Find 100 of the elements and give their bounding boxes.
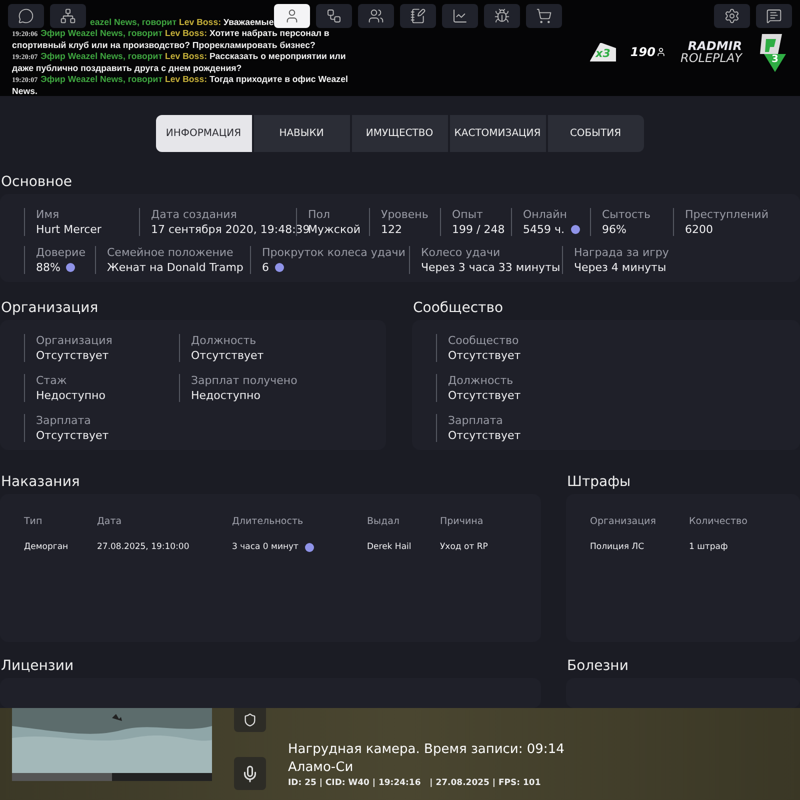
field-value: 199 / 248 <box>452 223 505 236</box>
field-label: Организация <box>36 334 114 347</box>
network-button[interactable] <box>316 4 352 28</box>
field-label: Зарплата <box>36 414 92 427</box>
chat-button[interactable] <box>8 4 44 28</box>
section-title: Болезни <box>566 657 630 676</box>
field-value: 17 сентября 2020, 19:48:39 <box>151 223 310 236</box>
user-icon <box>656 47 666 57</box>
column-header: Тип <box>24 516 44 526</box>
table-cell: Деморган <box>24 542 68 552</box>
column-header: Дата <box>97 516 123 526</box>
column-header: Длительность <box>232 516 304 526</box>
cart-icon <box>536 8 552 24</box>
location-name: Аламо-Си <box>288 760 354 775</box>
field-value: Отсутствует <box>191 349 264 362</box>
field-value: Недоступно <box>36 389 106 402</box>
section-title: Сообщество <box>412 299 504 318</box>
field-value: 88% <box>36 261 60 274</box>
camera-status: Нагрудная камера. Время записи: 09:14 <box>288 742 564 757</box>
brand-subtitle: ROLEPLAY <box>680 52 742 64</box>
shield-button[interactable] <box>234 708 266 732</box>
chart-button[interactable] <box>442 4 478 28</box>
table-cell: 1 штраф <box>689 542 728 552</box>
server-number: 3 <box>764 54 786 72</box>
field-label: Пол <box>308 208 332 221</box>
chat-icon <box>18 8 34 24</box>
field-label: Стаж <box>36 374 68 387</box>
field-value: 122 <box>381 223 402 236</box>
cart-button[interactable] <box>526 4 562 28</box>
chat-message: eazel News, говорит Lev Boss: Уважаемые <box>89 17 275 28</box>
section-title: Организация <box>0 299 100 318</box>
section-title: Лицензии <box>0 657 75 676</box>
microphone-icon <box>241 764 259 782</box>
field-label: Колесо удачи <box>421 246 502 259</box>
settings-button[interactable] <box>714 4 750 28</box>
field-value: Отсутствует <box>36 429 109 442</box>
section-title: Основное <box>0 172 74 191</box>
field-label: Сообщество <box>448 334 520 347</box>
chart-icon <box>452 8 468 24</box>
hierarchy-button[interactable] <box>50 4 86 28</box>
field-label: Уровень <box>381 208 430 221</box>
section-tab[interactable]: СОБЫТИЯ <box>548 115 644 152</box>
table-cell: Derek Hail <box>367 542 412 552</box>
group-icon <box>368 8 384 24</box>
field-label: Зарплат получено <box>191 374 298 387</box>
field-value: 6200 <box>685 223 713 236</box>
online-count: 190 <box>630 45 666 59</box>
field-label: Онлайн <box>523 208 568 221</box>
profile-button[interactable] <box>274 4 310 28</box>
field-label: Преступлений <box>685 208 770 221</box>
field-label: Семейное положение <box>107 246 234 259</box>
field-label: Награда за игру <box>574 246 670 259</box>
field-value: Мужской <box>308 223 360 236</box>
field-label: Сытость <box>602 208 652 221</box>
notes-button[interactable] <box>400 4 436 28</box>
settings-icon <box>724 8 740 24</box>
field-label: Опыт <box>452 208 484 221</box>
column-header: Количество <box>689 516 748 526</box>
section-tab[interactable]: ИНФОРМАЦИЯ <box>156 115 252 152</box>
section-tab[interactable]: ИМУЩЕСТВО <box>352 115 448 152</box>
shield-icon <box>243 713 257 727</box>
field-label: Должность <box>191 334 258 347</box>
field-label: Доверие <box>36 246 86 259</box>
field-value: Женат на Donald Tramp <box>107 261 244 274</box>
field-value: Отсутствует <box>448 349 521 362</box>
microphone-button[interactable] <box>234 757 266 790</box>
field-value: Через 4 минуты <box>574 261 666 274</box>
status-line: ID: 25 | CID: W40 | 19:24:16 | 27.08.2025 | FPS: 101 <box>288 778 542 788</box>
field-label: Дата создания <box>151 208 238 221</box>
group-button[interactable] <box>358 4 394 28</box>
section-tab[interactable]: КАСТОМИЗАЦИЯ <box>450 115 546 152</box>
table-cell: 3 часа 0 минут <box>232 542 299 552</box>
column-header: Причина <box>440 516 484 526</box>
field-label: Зарплата <box>448 414 504 427</box>
column-header: Организация <box>590 516 657 526</box>
section-title: Наказания <box>0 473 81 492</box>
table-cell: Полиция ЛС <box>590 542 644 552</box>
field-label: Имя <box>36 208 60 221</box>
brand-name: RADMIR <box>688 40 742 52</box>
table-cell: 27.08.2025, 19:10:00 <box>97 542 190 552</box>
section-tab[interactable]: НАВЫКИ <box>254 115 350 152</box>
field-label: Прокруток колеса удачи <box>262 246 406 259</box>
field-value: Через 3 часа 33 минуты <box>421 261 560 274</box>
field-value: Отсутствует <box>36 349 109 362</box>
table-cell: Уход от RP <box>440 542 488 552</box>
hierarchy-icon <box>60 8 76 24</box>
field-value: Недоступно <box>191 389 260 402</box>
field-value: Отсутствует <box>448 429 521 442</box>
column-header: Выдал <box>367 516 400 526</box>
notes-icon <box>410 8 426 24</box>
field-value: 6 <box>262 261 269 274</box>
field-value: Отсутствует <box>448 389 521 402</box>
field-label: Должность <box>448 374 514 387</box>
field-value: Hurt Mercer <box>36 223 102 236</box>
profile-icon <box>284 8 300 24</box>
field-value: 96% <box>602 223 626 236</box>
section-title: Штрафы <box>566 473 632 492</box>
multiplier-badge: x3 <box>590 42 616 62</box>
network-icon <box>326 8 342 24</box>
field-value: 5459 ч. <box>523 223 564 236</box>
